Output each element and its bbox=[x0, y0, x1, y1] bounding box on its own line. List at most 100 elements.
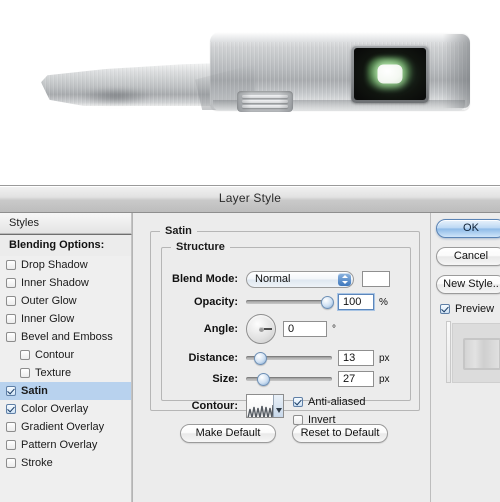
anti-aliased-label: Anti-aliased bbox=[308, 396, 366, 408]
sidebar-item-color-overlay[interactable]: Color Overlay bbox=[0, 400, 131, 418]
distance-slider[interactable] bbox=[246, 350, 332, 366]
sidebar-item-pattern-overlay[interactable]: Pattern Overlay bbox=[0, 436, 131, 454]
sidebar-item-texture[interactable]: Texture bbox=[0, 364, 131, 382]
device-vent-grille bbox=[237, 91, 293, 112]
vent-slot bbox=[242, 95, 288, 98]
dialog-body: Styles Blending Options: Custom Drop Sha… bbox=[0, 213, 500, 502]
metal-device bbox=[35, 28, 470, 123]
blend-mode-value: Normal bbox=[255, 272, 291, 285]
styles-sidebar: Styles Blending Options: Custom Drop Sha… bbox=[0, 213, 133, 502]
checkbox-icon[interactable] bbox=[6, 260, 16, 270]
make-default-button[interactable]: Make Default bbox=[180, 424, 276, 443]
checkbox-icon[interactable] bbox=[6, 386, 16, 396]
dialog-action-buttons: OK Cancel New Style.. Preview bbox=[436, 219, 500, 383]
sidebar-item-label: Contour bbox=[35, 349, 75, 361]
sidebar-item-inner-glow[interactable]: Inner Glow bbox=[0, 310, 131, 328]
opacity-label: Opacity: bbox=[193, 296, 238, 308]
sidebar-item-label: Inner Shadow bbox=[21, 277, 89, 289]
device-screen bbox=[354, 48, 426, 100]
sidebar-item-label: Outer Glow bbox=[21, 295, 77, 307]
checkbox-icon[interactable] bbox=[20, 350, 30, 360]
sidebar-item-outer-glow[interactable]: Outer Glow bbox=[0, 292, 131, 310]
checkbox-icon[interactable] bbox=[6, 458, 16, 468]
checkbox-icon[interactable] bbox=[6, 404, 16, 414]
sidebar-item-inner-shadow[interactable]: Inner Shadow bbox=[0, 274, 131, 292]
cancel-button[interactable]: Cancel bbox=[436, 247, 500, 266]
opacity-input[interactable]: 100 bbox=[338, 294, 374, 310]
checkbox-icon[interactable] bbox=[6, 332, 16, 342]
distance-input[interactable]: 13 bbox=[338, 350, 374, 366]
sidebar-item-label: Inner Glow bbox=[21, 313, 75, 325]
checkbox-icon[interactable] bbox=[6, 278, 16, 288]
angle-input[interactable]: 0 bbox=[283, 321, 327, 337]
preview-scroll-track[interactable] bbox=[446, 321, 451, 383]
size-slider-thumb[interactable] bbox=[256, 373, 270, 386]
anti-aliased-checkbox[interactable]: Anti-aliased bbox=[293, 395, 365, 409]
ok-button[interactable]: OK bbox=[436, 219, 500, 238]
distance-unit: px bbox=[379, 352, 390, 364]
blend-mode-label: Blend Mode: bbox=[172, 273, 238, 285]
sidebar-item-label: Pattern Overlay bbox=[21, 439, 98, 451]
device-right-edge bbox=[443, 34, 470, 108]
angle-label: Angle: bbox=[203, 323, 238, 335]
dialog-titlebar[interactable]: Layer Style bbox=[0, 186, 500, 213]
blend-mode-color-swatch[interactable] bbox=[362, 271, 390, 287]
sidebar-item-stroke[interactable]: Stroke bbox=[0, 454, 131, 472]
size-label: Size: bbox=[212, 373, 238, 385]
checkbox-icon[interactable] bbox=[6, 422, 16, 432]
contour-preview[interactable] bbox=[246, 394, 284, 418]
sidebar-item-drop-shadow[interactable]: Drop Shadow bbox=[0, 256, 131, 274]
product-render-image bbox=[0, 0, 500, 185]
satin-group: Satin Structure Blend Mode: Normal Opaci… bbox=[150, 225, 420, 426]
structure-group-legend: Structure bbox=[171, 241, 230, 253]
vent-slot bbox=[242, 100, 288, 103]
checkbox-icon[interactable] bbox=[6, 314, 16, 324]
checkbox-icon[interactable] bbox=[6, 440, 16, 450]
size-input[interactable]: 27 bbox=[338, 371, 374, 387]
screen-highlight bbox=[377, 64, 403, 84]
style-effects-list: Drop Shadow Inner Shadow Outer Glow Inner G… bbox=[0, 256, 132, 502]
layer-style-dialog: Layer Style Styles Blending Options: Cus… bbox=[0, 185, 500, 502]
distance-slider-thumb[interactable] bbox=[253, 352, 267, 365]
sidebar-item-label: Drop Shadow bbox=[21, 259, 88, 271]
blending-options-row[interactable]: Blending Options: Custom bbox=[0, 234, 132, 272]
preview-thumbnail-shape bbox=[463, 338, 500, 370]
checkbox-icon bbox=[293, 397, 303, 407]
sidebar-item-contour[interactable]: Contour bbox=[0, 346, 131, 364]
checkbox-icon[interactable] bbox=[20, 368, 30, 378]
panel-divider bbox=[430, 213, 431, 502]
sidebar-item-bevel-and-emboss[interactable]: Bevel and Emboss bbox=[0, 328, 131, 346]
reset-to-default-button[interactable]: Reset to Default bbox=[292, 424, 388, 443]
angle-unit: ° bbox=[332, 323, 336, 335]
satin-settings-panel: Satin Structure Blend Mode: Normal Opaci… bbox=[140, 219, 428, 497]
sidebar-item-label: Stroke bbox=[21, 457, 53, 469]
sidebar-item-label: Gradient Overlay bbox=[21, 421, 105, 433]
device-screen-bezel bbox=[351, 45, 429, 103]
sidebar-item-satin[interactable]: Satin bbox=[0, 382, 131, 400]
opacity-slider[interactable] bbox=[246, 294, 334, 310]
preview-thumbnail bbox=[452, 323, 500, 383]
device-arm-shading bbox=[81, 88, 151, 105]
preview-thumbnail-area bbox=[446, 321, 500, 383]
opacity-unit: % bbox=[379, 296, 388, 308]
angle-dial[interactable] bbox=[246, 314, 276, 344]
sidebar-item-label: Color Overlay bbox=[21, 403, 89, 415]
contour-dropdown-arrow-icon[interactable] bbox=[273, 395, 283, 417]
preview-checkbox[interactable]: Preview bbox=[440, 303, 500, 315]
sidebar-item-gradient-overlay[interactable]: Gradient Overlay bbox=[0, 418, 131, 436]
contour-label: Contour: bbox=[191, 400, 238, 412]
vent-slot bbox=[242, 105, 288, 108]
opacity-slider-track bbox=[246, 300, 332, 304]
opacity-slider-thumb[interactable] bbox=[321, 296, 334, 309]
chevron-updown-icon[interactable] bbox=[338, 272, 351, 286]
default-buttons-bar: Make Default Reset to Default bbox=[180, 424, 390, 443]
new-style-button[interactable]: New Style.. bbox=[436, 275, 500, 294]
blend-mode-select[interactable]: Normal bbox=[246, 270, 354, 288]
checkbox-icon[interactable] bbox=[6, 296, 16, 306]
preview-label: Preview bbox=[455, 303, 495, 315]
sidebar-item-label: Bevel and Emboss bbox=[21, 331, 113, 343]
angle-dial-hub bbox=[258, 326, 264, 332]
dialog-title: Layer Style bbox=[218, 191, 282, 205]
styles-header[interactable]: Styles bbox=[0, 213, 132, 234]
size-slider[interactable] bbox=[246, 371, 332, 387]
